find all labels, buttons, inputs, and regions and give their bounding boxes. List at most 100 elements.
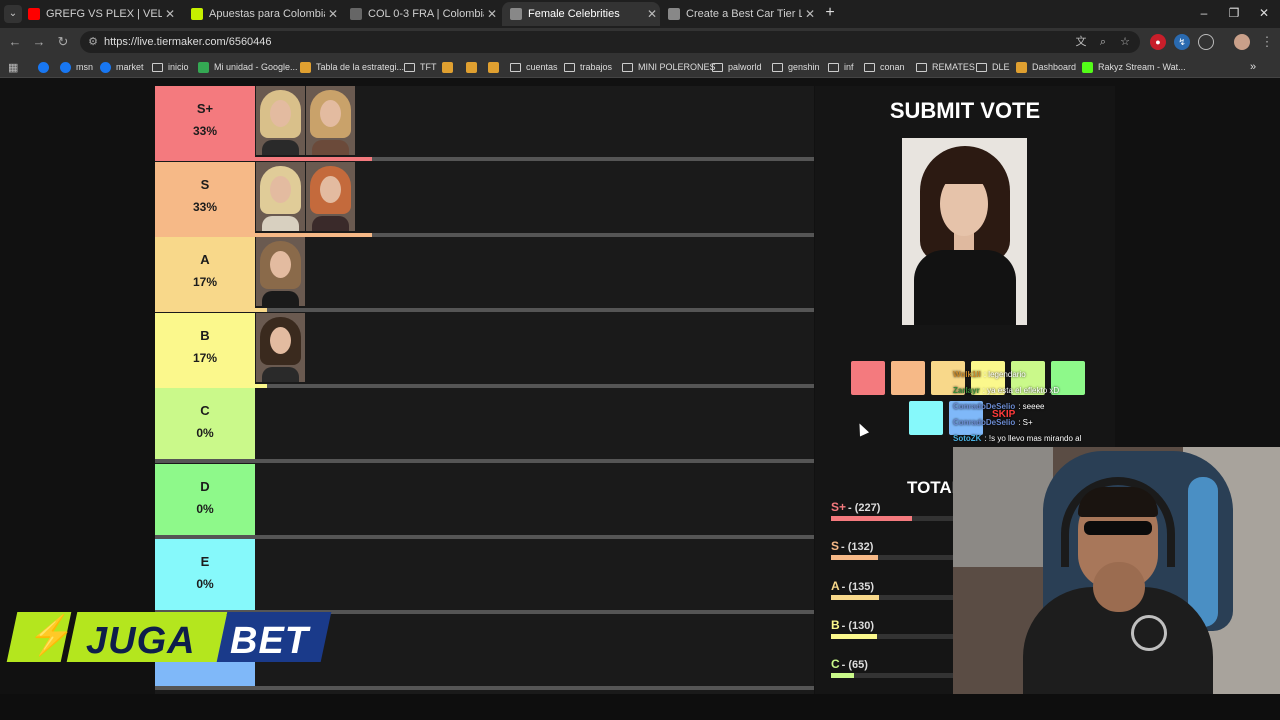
more-bookmarks-icon[interactable]: » bbox=[1250, 60, 1256, 74]
folder-icon bbox=[976, 62, 987, 72]
kick-icon bbox=[1082, 61, 1093, 73]
bookmark-item[interactable]: inicio bbox=[152, 60, 189, 74]
tier-label[interactable]: C 0% bbox=[155, 388, 255, 459]
folder-icon bbox=[564, 62, 575, 72]
bookmark-item[interactable]: Mi unidad - Google... bbox=[198, 60, 298, 74]
apps-grid-icon[interactable]: ▦ bbox=[8, 60, 18, 74]
bookmark-item[interactable]: market bbox=[100, 60, 144, 74]
bookmark-item[interactable]: Tabla de la estrategi... bbox=[300, 60, 404, 74]
bookmark-item[interactable]: Dashboard bbox=[1016, 60, 1076, 74]
bookmark-item[interactable]: TFT bbox=[404, 60, 437, 74]
site-icon bbox=[488, 61, 499, 73]
total-count: - (65) bbox=[841, 659, 868, 672]
menu-kebab-icon[interactable]: ⋮ bbox=[1258, 33, 1276, 51]
bookmark-item[interactable]: DLE bbox=[976, 60, 1010, 74]
close-window-button[interactable]: ✕ bbox=[1256, 6, 1272, 20]
site-info-icon[interactable]: ⚙ bbox=[86, 35, 100, 49]
tier-items bbox=[256, 161, 356, 233]
extension-icon[interactable]: ↯ bbox=[1174, 34, 1190, 50]
bookmark-label: market bbox=[116, 62, 144, 72]
bookmark-item[interactable]: trabajos bbox=[564, 60, 612, 74]
reload-button[interactable]: ↻ bbox=[54, 33, 72, 51]
bookmark-item[interactable] bbox=[442, 60, 458, 74]
tier-row: D 0% bbox=[155, 463, 814, 539]
celebrity-thumbnail[interactable] bbox=[256, 312, 305, 382]
bookmark-label: conan bbox=[880, 62, 905, 72]
tier-progress-track bbox=[155, 534, 814, 539]
bookmark-label: Mi unidad - Google... bbox=[214, 62, 298, 72]
tab-title: COL 0-3 FRA | Colombia vs Fra bbox=[368, 8, 484, 20]
vote-tier-button[interactable] bbox=[891, 361, 925, 395]
tier-label[interactable]: A 17% bbox=[155, 237, 255, 308]
forward-button[interactable]: → bbox=[30, 33, 48, 51]
tier-label[interactable]: B 17% bbox=[155, 312, 255, 384]
tab-favicon-icon bbox=[668, 8, 680, 20]
celebrity-thumbnail[interactable] bbox=[256, 161, 305, 231]
total-count: - (135) bbox=[841, 580, 875, 593]
profile-avatar[interactable] bbox=[1234, 34, 1250, 50]
bookmark-item[interactable]: Rakyz Stream - Wat... bbox=[1082, 60, 1186, 74]
minimize-button[interactable]: – bbox=[1196, 6, 1212, 20]
address-bar[interactable]: ⚙ https://live.tiermaker.com/6560446 文 ⌕… bbox=[80, 31, 1140, 53]
back-button[interactable]: ← bbox=[6, 33, 24, 51]
total-bar-fill bbox=[831, 516, 912, 521]
bookmark-item[interactable]: msn bbox=[60, 60, 93, 74]
chat-message: Wolk1ll: legendario bbox=[953, 370, 1026, 379]
bookmark-star-icon[interactable]: ☆ bbox=[1118, 35, 1132, 49]
total-count: - (132) bbox=[841, 541, 874, 554]
tier-label[interactable]: E 0% bbox=[155, 539, 255, 610]
chat-text: : ya esta el eflekto xD bbox=[982, 386, 1060, 395]
bookmark-item[interactable] bbox=[466, 60, 482, 74]
bookmark-label: TFT bbox=[420, 62, 437, 72]
tab-close-icon[interactable]: ✕ bbox=[162, 7, 178, 21]
tab-close-icon[interactable]: ✕ bbox=[484, 7, 500, 21]
new-tab-button[interactable]: + bbox=[822, 4, 838, 22]
tab-close-icon[interactable]: ✕ bbox=[802, 7, 818, 21]
browser-tab[interactable]: Female Celebrities ✕ bbox=[502, 2, 660, 26]
celebrity-thumbnail[interactable] bbox=[306, 161, 355, 231]
browser-tab[interactable]: COL 0-3 FRA | Colombia vs Fra✕ bbox=[342, 2, 500, 26]
bookmark-item[interactable]: MINI POLERONES bbox=[622, 60, 716, 74]
chat-username: Zarlayr bbox=[953, 386, 980, 395]
vote-tier-button[interactable] bbox=[851, 361, 885, 395]
zoom-icon[interactable]: ⌕ bbox=[1096, 35, 1110, 49]
browser-tab[interactable]: Create a Best Car Tier List - Tier✕ bbox=[660, 2, 818, 26]
bookmark-item[interactable] bbox=[38, 60, 54, 74]
folder-icon bbox=[510, 62, 521, 72]
tier-label[interactable]: S 33% bbox=[155, 161, 255, 233]
maximize-button[interactable]: ❐ bbox=[1226, 6, 1242, 20]
tier-label[interactable]: D 0% bbox=[155, 463, 255, 535]
folder-icon bbox=[828, 62, 839, 72]
facebook-icon bbox=[100, 61, 111, 73]
extensions-puzzle-icon[interactable] bbox=[1198, 34, 1214, 50]
folder-icon bbox=[712, 62, 723, 72]
tab-close-icon[interactable]: ✕ bbox=[644, 7, 660, 21]
lightning-icon: ⚡ bbox=[6, 612, 76, 662]
bookmark-item[interactable]: conan bbox=[864, 60, 905, 74]
bookmark-item[interactable]: REMATES bbox=[916, 60, 975, 74]
tier-name: S+ bbox=[196, 101, 214, 116]
url-text[interactable]: https://live.tiermaker.com/6560446 bbox=[104, 36, 272, 48]
tier-progress-fill bbox=[155, 232, 373, 237]
celebrity-thumbnail[interactable] bbox=[306, 86, 355, 155]
tier-percent: 33% bbox=[192, 124, 218, 138]
tab-title: Apuestas para Colombia vs Fra bbox=[209, 8, 325, 20]
folder-icon bbox=[152, 62, 163, 72]
browser-tab[interactable]: Apuestas para Colombia vs Fra✕ bbox=[183, 2, 341, 26]
vote-tier-button[interactable] bbox=[909, 401, 943, 435]
bookmark-item[interactable]: cuentas bbox=[510, 60, 558, 74]
tier-row: E 0% bbox=[155, 539, 814, 614]
bookmark-item[interactable] bbox=[488, 60, 504, 74]
extension-icon[interactable]: ● bbox=[1150, 34, 1166, 50]
celebrity-thumbnail[interactable] bbox=[256, 86, 305, 155]
tab-close-icon[interactable]: ✕ bbox=[325, 7, 341, 21]
tier-progress-track bbox=[155, 685, 814, 690]
tab-title: Female Celebrities bbox=[528, 8, 620, 20]
bookmark-item[interactable]: palworld bbox=[712, 60, 762, 74]
bookmark-item[interactable]: inf bbox=[828, 60, 854, 74]
tier-label[interactable]: S+ 33% bbox=[155, 86, 255, 157]
translate-icon[interactable]: 文 bbox=[1074, 35, 1088, 49]
celebrity-thumbnail[interactable] bbox=[256, 237, 305, 306]
browser-tab[interactable]: GREFG VS PLEX | VELADA DEL A✕ bbox=[20, 2, 178, 26]
bookmark-item[interactable]: genshin bbox=[772, 60, 820, 74]
